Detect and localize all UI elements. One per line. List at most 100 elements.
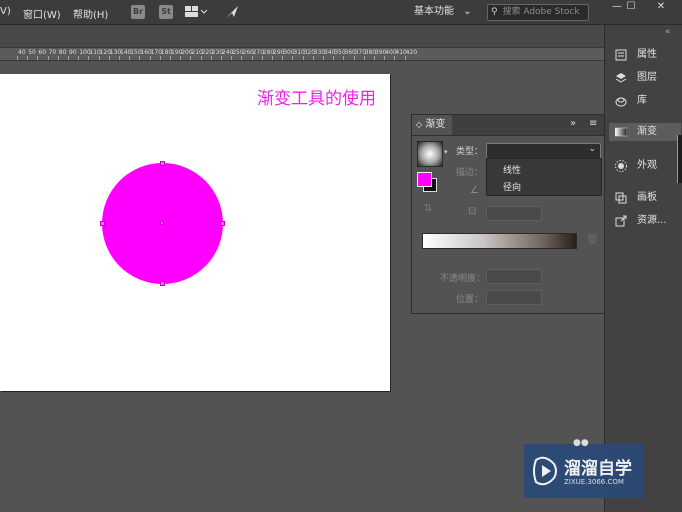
ruler-tick (394, 56, 396, 60)
artboard[interactable]: 渐变工具的使用 (0, 74, 390, 391)
gradient-panel-header: ◇ 渐变 » ≡ (412, 115, 604, 136)
dock-scroll-indicator (677, 135, 682, 183)
angle-icon: ∠ (470, 185, 479, 196)
ruler-number: 50 (28, 49, 36, 56)
ruler-tick (221, 56, 222, 60)
ruler-tick (353, 56, 355, 60)
maximize-button[interactable]: ☐ (618, 0, 644, 14)
dock-label-appearance: 外观 (637, 160, 657, 171)
horizontal-ruler[interactable]: 40 50 60 70 80 90 100 110 120 130 140 150 160 170 180 1… (0, 48, 604, 61)
gpu-performance-icon[interactable] (225, 5, 239, 19)
dock-item-assets[interactable]: 资源... (609, 212, 681, 230)
ruler-tick (200, 56, 202, 60)
dock-item-layers[interactable]: 图层 (609, 69, 681, 87)
ruler-tick (404, 56, 406, 60)
ruler-tick (149, 56, 151, 60)
panel-grip-icon: ◇ (416, 120, 423, 129)
ruler-tick (272, 56, 273, 60)
appearance-icon (615, 160, 627, 172)
menu-view[interactable]: V) (0, 6, 11, 17)
ruler-tick (251, 56, 253, 60)
artboard-title-text[interactable]: 渐变工具的使用 (257, 84, 376, 109)
libraries-icon (615, 97, 627, 107)
ruler-number: 90 (69, 49, 77, 56)
menu-help[interactable]: 帮助(H) (73, 6, 108, 21)
gradient-type-select[interactable]: ⌄ (486, 143, 601, 159)
position-field[interactable] (486, 290, 542, 305)
bridge-icon[interactable]: Br (131, 5, 145, 19)
reverse-gradient-icon[interactable]: ⇅ (424, 203, 432, 214)
ruler-tick (363, 56, 365, 60)
dock-item-artboards[interactable]: 画板 (609, 189, 681, 207)
ruler-number: 40 (18, 49, 26, 56)
fill-color-box[interactable] (417, 172, 432, 187)
center-point (160, 221, 164, 225)
dock-label-layers: 图层 (637, 72, 657, 83)
stock-icon[interactable]: St (159, 5, 173, 19)
trash-icon[interactable]: 🗑 (586, 234, 599, 245)
gradient-slider-bar[interactable] (422, 233, 577, 249)
watermark-url: ZIXUE.3066.COM (564, 478, 624, 486)
ruler-tick (47, 56, 49, 60)
collapse-dock-icon[interactable]: « (665, 27, 671, 37)
ruler-tick (343, 56, 345, 60)
anchor-point-right[interactable] (220, 221, 225, 226)
type-label: 类型： (456, 147, 484, 157)
gradient-panel: ◇ 渐变 » ≡ ▾ ⇅ 类型： ⌄ 线性 径向 描边： ∠ ⊡ 🗑 不透明度：… (411, 114, 605, 314)
option-linear[interactable]: 线性 (503, 163, 521, 176)
ruler-tick (170, 56, 171, 60)
ruler-tick (210, 56, 212, 60)
collapse-icon[interactable]: » (570, 118, 576, 129)
menu-bar: V) 窗口(W) 帮助(H) Br St 基本功能 ⌄ ⚲ 搜索 Adobe S… (0, 0, 682, 25)
menu-window[interactable]: 窗口(W) (23, 6, 61, 21)
dock-item-gradient[interactable]: 渐变 (609, 123, 681, 141)
workspace-label: 基本功能 (414, 6, 454, 17)
arrange-documents-icon[interactable] (185, 6, 208, 17)
gradient-swatch[interactable] (417, 141, 443, 167)
dock-item-appearance[interactable]: 外观 (609, 157, 681, 175)
opacity-label: 不透明度： (440, 274, 486, 284)
ruler-number: 60 (38, 49, 47, 56)
dock-item-properties[interactable]: 属性 (609, 46, 681, 64)
ruler-tick (323, 56, 324, 60)
panel-menu-icon[interactable]: ≡ (589, 118, 597, 129)
option-radial[interactable]: 径向 (503, 180, 521, 193)
anchor-point-bottom[interactable] (160, 281, 165, 286)
workspace-switcher[interactable]: 基本功能 ⌄ (408, 4, 478, 20)
swatch-dropdown-icon[interactable]: ▾ (444, 148, 448, 156)
chevron-down-icon: ⌄ (463, 6, 472, 17)
ruler-tick (17, 56, 18, 60)
fullscreen-toggle-icon[interactable]: ●● (573, 438, 595, 448)
opacity-field[interactable] (486, 269, 542, 284)
close-button[interactable]: ✕ (648, 0, 674, 14)
ruler-tick (129, 56, 131, 60)
gradient-icon (615, 127, 627, 137)
dock-label-libraries: 库 (637, 95, 647, 106)
ruler-tick (282, 56, 284, 60)
search-placeholder: 搜索 Adobe Stock (502, 7, 580, 17)
dock-label-assets: 资源... (637, 215, 667, 226)
ruler-tick (312, 56, 314, 60)
gradient-tab-label: 渐变 (425, 119, 446, 130)
ruler-tick (78, 56, 80, 60)
ruler-tick (88, 56, 90, 60)
ruler-tick (292, 56, 294, 60)
dock-item-libraries[interactable]: 库 (609, 92, 681, 110)
anchor-point-top[interactable] (160, 161, 165, 166)
aspect-ratio-icon: ⊡ (468, 206, 477, 217)
dock-label-artboards: 画板 (637, 192, 657, 203)
search-icon: ⚲ (491, 7, 498, 17)
ruler-tick (302, 56, 304, 60)
ruler-tick (119, 56, 120, 60)
watermark-name: 溜溜自学 (564, 459, 632, 479)
properties-icon (615, 49, 627, 61)
aspect-ratio-field[interactable] (486, 206, 542, 221)
ruler-tick (57, 56, 59, 60)
tab-gradient[interactable]: ◇ 渐变 (412, 115, 452, 135)
stock-search-input[interactable]: ⚲ 搜索 Adobe Stock (487, 4, 589, 21)
anchor-point-left[interactable] (100, 221, 105, 226)
stroke-label: 描边： (456, 168, 484, 178)
artboards-icon (615, 192, 627, 204)
ruler-tick (27, 56, 29, 60)
ruler-tick (374, 56, 375, 60)
